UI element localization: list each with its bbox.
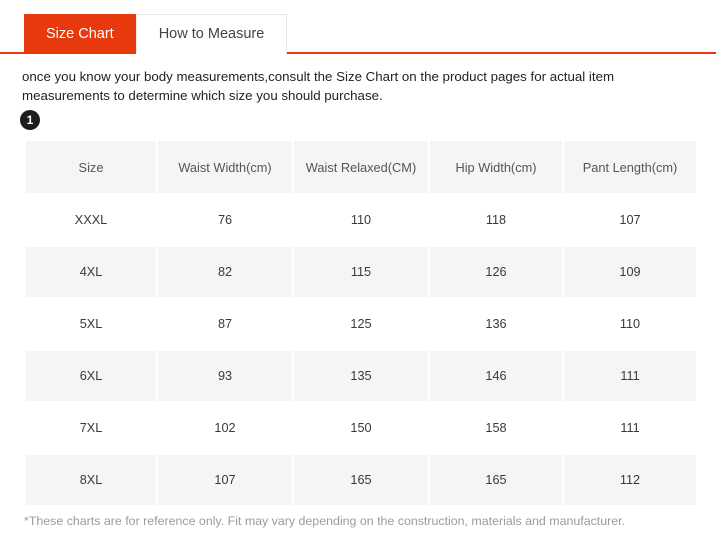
column-header-waist-relaxed: Waist Relaxed(CM) — [294, 141, 428, 193]
column-header-waist-width: Waist Width(cm) — [158, 141, 292, 193]
column-header-pant-length: Pant Length(cm) — [564, 141, 696, 193]
cell-waist-width: 87 — [158, 299, 292, 349]
cell-pant-length: 107 — [564, 195, 696, 245]
disclaimer-note: *These charts are for reference only. Fi… — [24, 514, 626, 528]
cell-hip-width: 126 — [430, 247, 562, 297]
table-row: XXXL 76 110 118 107 — [26, 195, 696, 245]
cell-waist-width: 76 — [158, 195, 292, 245]
cell-hip-width: 118 — [430, 195, 562, 245]
cell-pant-length: 112 — [564, 455, 696, 505]
cell-pant-length: 111 — [564, 351, 696, 401]
table-row: 6XL 93 135 146 111 — [26, 351, 696, 401]
cell-waist-relaxed: 165 — [294, 455, 428, 505]
table-row: 4XL 82 115 126 109 — [26, 247, 696, 297]
cell-size: XXXL — [26, 195, 156, 245]
cell-hip-width: 158 — [430, 403, 562, 453]
cell-waist-relaxed: 135 — [294, 351, 428, 401]
cell-size: 8XL — [26, 455, 156, 505]
cell-pant-length: 111 — [564, 403, 696, 453]
cell-size: 6XL — [26, 351, 156, 401]
table-header: Size Waist Width(cm) Waist Relaxed(CM) H… — [26, 141, 696, 193]
column-header-hip-width: Hip Width(cm) — [430, 141, 562, 193]
tab-bar: Size Chart How to Measure — [0, 14, 716, 54]
size-chart-table: Size Waist Width(cm) Waist Relaxed(CM) H… — [24, 139, 698, 507]
step-badge-row: 1 — [20, 110, 716, 130]
cell-hip-width: 165 — [430, 455, 562, 505]
column-header-size: Size — [26, 141, 156, 193]
cell-waist-width: 107 — [158, 455, 292, 505]
tab-size-chart[interactable]: Size Chart — [24, 14, 136, 54]
cell-pant-length: 109 — [564, 247, 696, 297]
table-body: XXXL 76 110 118 107 4XL 82 115 126 109 5… — [26, 195, 696, 505]
cell-pant-length: 110 — [564, 299, 696, 349]
table-row: 8XL 107 165 165 112 — [26, 455, 696, 505]
cell-size: 4XL — [26, 247, 156, 297]
table-row: 7XL 102 150 158 111 — [26, 403, 696, 453]
cell-hip-width: 136 — [430, 299, 562, 349]
cell-waist-width: 93 — [158, 351, 292, 401]
table-row: 5XL 87 125 136 110 — [26, 299, 696, 349]
cell-size: 7XL — [26, 403, 156, 453]
cell-waist-relaxed: 115 — [294, 247, 428, 297]
table-header-row: Size Waist Width(cm) Waist Relaxed(CM) H… — [26, 141, 696, 193]
size-chart-page: Size Chart How to Measure once you know … — [0, 14, 716, 556]
cell-waist-width: 102 — [158, 403, 292, 453]
tab-how-to-measure[interactable]: How to Measure — [135, 14, 288, 54]
cell-size: 5XL — [26, 299, 156, 349]
step-number-badge: 1 — [20, 110, 40, 130]
cell-waist-relaxed: 150 — [294, 403, 428, 453]
cell-hip-width: 146 — [430, 351, 562, 401]
cell-waist-relaxed: 110 — [294, 195, 428, 245]
cell-waist-width: 82 — [158, 247, 292, 297]
intro-paragraph: once you know your body measurements,con… — [22, 69, 615, 103]
cell-waist-relaxed: 125 — [294, 299, 428, 349]
